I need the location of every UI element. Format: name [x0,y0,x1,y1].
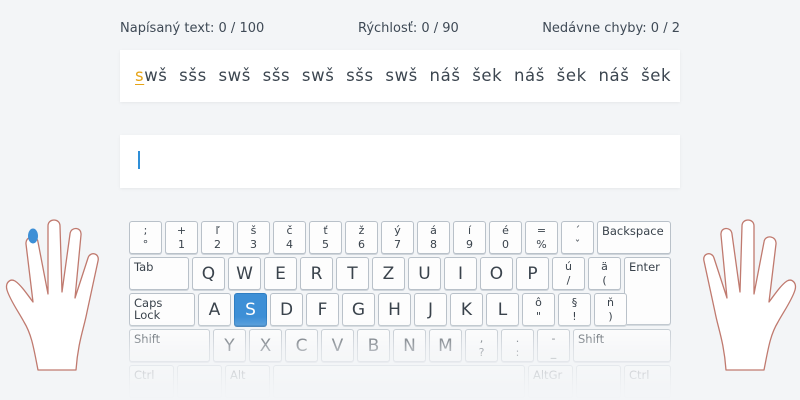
right-hand-icon [703,219,797,371]
key-p[interactable]: P [516,257,549,290]
remaining-text: wš sšs swš sšs swš sšs swš náš šek náš š… [144,66,672,85]
key-u[interactable]: U [408,257,441,290]
key-l[interactable]: L [486,293,519,326]
key-a[interactable]: A [198,293,231,326]
key-1[interactable]: +1 [165,221,198,254]
key-v[interactable]: V [321,329,354,362]
stats-bar: Napísaný text: 0 / 100 Rýchlosť: 0 / 90 … [120,21,680,39]
key-0[interactable]: é0 [489,221,522,254]
key-comma[interactable]: ,? [465,329,498,362]
key-backspace[interactable]: Backspace [597,221,671,254]
key-section[interactable]: §! [558,293,591,326]
key-q[interactable]: Q [192,257,225,290]
key-z[interactable]: Z [372,257,405,290]
key-3[interactable]: š3 [237,221,270,254]
key-alt[interactable]: Alt [225,365,270,398]
key-t[interactable]: T [336,257,369,290]
key-8[interactable]: á8 [417,221,450,254]
key-i[interactable]: I [444,257,477,290]
key-ctrl-right[interactable]: Ctrl [624,365,671,398]
key-r[interactable]: R [300,257,333,290]
text-caret [138,151,140,169]
key-caps-lock[interactable]: Caps Lock [129,293,195,326]
typing-input-panel[interactable] [120,135,680,188]
key-o-circumflex[interactable]: ô " [522,293,555,326]
key-2[interactable]: ľ2 [201,221,234,254]
key-k[interactable]: K [450,293,483,326]
key-shift-right[interactable]: Shift [573,329,671,362]
key-9[interactable]: í9 [453,221,486,254]
key-a-umlaut[interactable]: ä( [588,257,621,290]
key-d[interactable]: D [270,293,303,326]
key-tab[interactable]: Tab [129,257,189,290]
key-6[interactable]: ž6 [345,221,378,254]
key-ctrl-left[interactable]: Ctrl [129,365,174,398]
key-m[interactable]: M [429,329,462,362]
key-enter[interactable]: Enter [624,257,671,325]
recent-errors-stat: Nedávne chyby: 0 / 2 [542,21,680,36]
typed-text-stat: Napísaný text: 0 / 100 [120,21,265,36]
key-y[interactable]: Y [213,329,246,362]
lesson-text-panel: swš sšs swš sšs swš sšs swš náš šek náš … [120,50,680,102]
left-hand-icon [5,219,99,371]
key-menu[interactable] [576,365,621,398]
key-f[interactable]: F [306,293,339,326]
key-w[interactable]: W [228,257,261,290]
key-period[interactable]: .: [501,329,534,362]
key-altgr[interactable]: AltGr [528,365,573,398]
key-g[interactable]: G [342,293,375,326]
key-c[interactable]: C [285,329,318,362]
key-space[interactable] [273,365,525,398]
key-n[interactable]: N [393,329,426,362]
key-b[interactable]: B [357,329,390,362]
key-x[interactable]: X [249,329,282,362]
key-win-left[interactable] [177,365,222,398]
key-7[interactable]: ý7 [381,221,414,254]
key-e[interactable]: E [264,257,297,290]
lesson-text: swš sšs swš sšs swš sšs swš náš šek náš … [135,66,671,85]
key-o[interactable]: O [480,257,513,290]
key-acute[interactable]: ´ ˇ [561,221,594,254]
key-u-acute[interactable]: ú / [552,257,585,290]
key-equals[interactable]: =% [525,221,558,254]
speed-stat: Rýchlosť: 0 / 90 [358,21,459,36]
key-minus[interactable]: - _ [537,329,570,362]
key-h[interactable]: H [378,293,411,326]
key-shift-left[interactable]: Shift [129,329,210,362]
key-4[interactable]: č4 [273,221,306,254]
key-n-caron[interactable]: ň) [594,293,627,326]
key-j[interactable]: J [414,293,447,326]
key-semicolon[interactable]: ; ° [129,221,162,254]
virtual-keyboard: ; ° +1 ľ2 š3 č4 ť5 ž6 ý7 á8 í9 é0 =% ´ ˇ B… [129,221,671,400]
key-s-highlighted[interactable]: S [234,293,267,326]
key-5[interactable]: ť5 [309,221,342,254]
current-char: s [135,66,145,85]
